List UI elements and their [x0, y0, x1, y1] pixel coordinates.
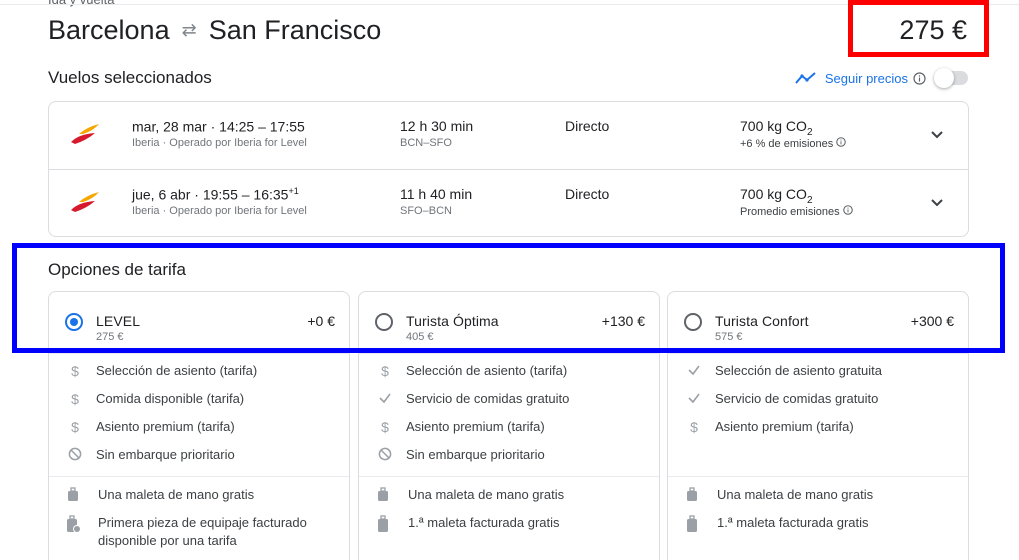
follow-prices-label: Seguir precios [824, 70, 908, 86]
carry-on-icon [67, 487, 83, 508]
flight-emissions: +6 % de emisiones [740, 137, 847, 150]
fare-baggage: 1.ª maleta facturada gratis [408, 515, 560, 530]
check-icon [686, 391, 702, 405]
check-icon [686, 363, 702, 377]
fare-baggage: Una maleta de mano gratis [408, 487, 565, 502]
dollar-icon: $ [71, 391, 79, 407]
fare-header-divider [359, 353, 659, 354]
selected-flights-list: mar, 28 mar · 14:25 – 17:55 Iberia · Ope… [48, 101, 969, 237]
flight-route: BCN–SFO [400, 137, 452, 149]
trend-icon [795, 72, 816, 84]
fare-baggage: Una maleta de mano gratis [717, 487, 874, 502]
flight-co2: 700 kg CO2 [740, 118, 813, 138]
carry-on-icon [686, 487, 702, 508]
dollar-icon: $ [71, 363, 79, 379]
route-title: Barcelona ⇄ San Francisco [48, 12, 381, 48]
info-icon[interactable] [913, 71, 926, 85]
selected-flights-title: Vuelos seleccionados [48, 68, 212, 87]
carry-on-icon [377, 487, 393, 508]
dollar-icon: $ [690, 419, 698, 435]
info-icon[interactable] [842, 205, 853, 215]
checked-bag-icon [377, 515, 393, 538]
flight-row-return[interactable]: jue, 6 abr · 19:55 – 16:35+1 Iberia · Op… [49, 169, 968, 236]
checked-bag-icon [686, 515, 702, 538]
fare-feature: Sin embarque prioritario [96, 447, 235, 462]
fare-baggage: 1.ª maleta facturada gratis [717, 515, 869, 530]
flight-main-info: mar, 28 mar · 14:25 – 17:55 [132, 118, 305, 135]
flight-co2: 700 kg CO2 [740, 186, 813, 206]
chevron-down-icon[interactable] [929, 194, 945, 210]
chevron-down-icon[interactable] [929, 126, 945, 142]
flight-route: SFO–BCN [400, 205, 452, 217]
fare-feature: Servicio de comidas gratuito [406, 391, 570, 406]
fare-baggage: Primera pieza de equipaje facturado disp… [98, 515, 307, 548]
fare-feature: Asiento premium (tarifa) [406, 419, 545, 434]
toggle-knob [934, 68, 954, 88]
fare-feature: Sin embarque prioritario [406, 447, 545, 462]
swap-arrows-icon: ⇄ [181, 19, 197, 40]
fare-feature: Selección de asiento (tarifa) [96, 363, 258, 378]
origin-city: Barcelona [48, 14, 170, 45]
flight-stops: Directo [565, 186, 610, 202]
flight-duration: 12 h 30 min [400, 118, 474, 134]
checked-bag-dollar-icon [67, 515, 83, 538]
iberia-logo-icon [71, 124, 99, 144]
fare-feature: Servicio de comidas gratuito [715, 391, 879, 406]
dollar-icon: $ [71, 419, 79, 435]
iberia-logo-icon [71, 192, 99, 212]
destination-city: San Francisco [208, 14, 382, 45]
fare-section-divider [668, 476, 968, 477]
flight-main-info: jue, 6 abr · 19:55 – 16:35+1 [132, 186, 299, 203]
flight-emissions: Promedio emisiones [740, 205, 853, 218]
fare-feature: Selección de asiento gratuita [715, 363, 882, 378]
price-highlight-box [848, 0, 989, 57]
dollar-icon: $ [381, 363, 389, 379]
follow-prices[interactable]: Seguir precios [795, 68, 968, 88]
fare-header-divider [49, 353, 349, 354]
follow-prices-toggle[interactable] [934, 68, 968, 88]
fare-feature: Asiento premium (tarifa) [715, 419, 854, 434]
dollar-icon: $ [381, 419, 389, 435]
flight-stops: Directo [565, 118, 610, 134]
flight-row-outbound[interactable]: mar, 28 mar · 14:25 – 17:55 Iberia · Ope… [49, 102, 968, 169]
flight-duration: 11 h 40 min [400, 186, 473, 202]
fare-feature: Comida disponible (tarifa) [96, 391, 245, 406]
fare-feature: Selección de asiento (tarifa) [406, 363, 568, 378]
fare-feature: Asiento premium (tarifa) [96, 419, 235, 434]
check-icon [377, 391, 393, 405]
no-icon [377, 447, 393, 461]
info-icon[interactable] [836, 137, 847, 147]
fare-section-divider [49, 476, 349, 477]
fare-header-divider [668, 353, 968, 354]
no-icon [67, 447, 83, 461]
fare-baggage: Una maleta de mano gratis [98, 487, 255, 502]
flight-airline: Iberia · Operado por Iberia for Level [132, 137, 307, 149]
fare-header-highlight-box [12, 243, 1005, 353]
fare-section-divider [359, 476, 659, 477]
flight-airline: Iberia · Operado por Iberia for Level [132, 205, 307, 217]
